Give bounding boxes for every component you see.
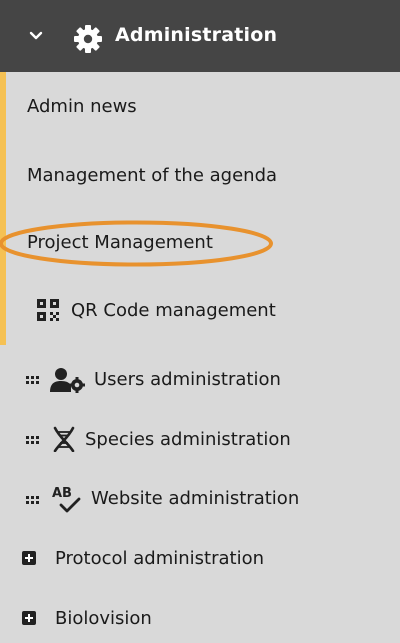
menu-item-users-administration[interactable]: Users administration (94, 369, 281, 390)
menu-item-agenda-management[interactable]: Management of the agenda (27, 165, 277, 186)
menu-item-website-administration[interactable]: Website administration (91, 488, 299, 509)
gear-icon (74, 25, 102, 53)
menu-item-biolovision[interactable]: Biolovision (55, 608, 152, 629)
drag-handle-icon[interactable] (26, 496, 40, 504)
chevron-down-icon[interactable] (28, 28, 44, 44)
drag-handle-icon[interactable] (26, 376, 40, 384)
user-gear-icon (50, 368, 85, 393)
drag-handle-icon[interactable] (26, 436, 40, 444)
menu-item-admin-news[interactable]: Admin news (27, 96, 137, 117)
plus-square-icon[interactable] (22, 611, 36, 625)
menu-item-qr-code-management[interactable]: QR Code management (71, 300, 276, 321)
header-title: Administration (115, 24, 278, 46)
qr-code-icon (37, 299, 59, 321)
menu-item-species-administration[interactable]: Species administration (85, 429, 291, 450)
spellcheck-icon: AB (52, 486, 81, 513)
administration-header[interactable]: Administration (0, 0, 400, 72)
svg-text:AB: AB (52, 486, 72, 501)
dna-icon (53, 426, 75, 452)
menu-item-project-management[interactable]: Project Management (27, 232, 213, 253)
menu-item-protocol-administration[interactable]: Protocol administration (55, 548, 264, 569)
active-section-accent (0, 72, 6, 345)
plus-square-icon[interactable] (22, 551, 36, 565)
